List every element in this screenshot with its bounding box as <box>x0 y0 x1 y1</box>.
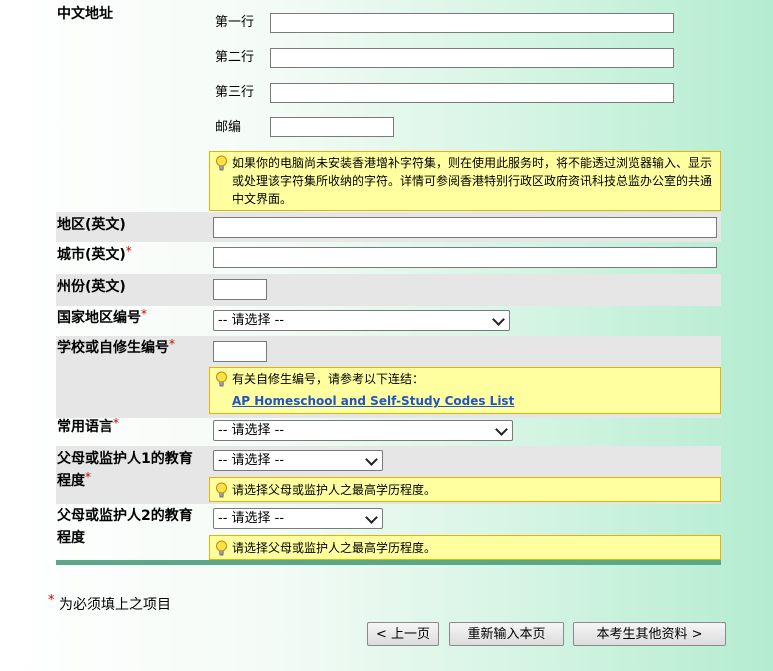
state-label: 州份(英文) <box>57 279 126 295</box>
lightbulb-icon <box>216 155 227 171</box>
guardian1-selected: -- 请选择 -- <box>218 453 285 468</box>
guardian2-education-select[interactable]: -- 请选择 -- <box>213 508 383 529</box>
school-code-row: 学校或自修生编号* 有关自修生编号，请参考以下连结： AP Homeschool… <box>56 336 721 418</box>
address-line2-input[interactable] <box>270 48 674 68</box>
guardian1-label-line2: 程度* <box>57 470 91 492</box>
guardian1-row: 父母或监护人1的教育 程度* -- 请选择 -- 请选择父母或监护人之最高学历程… <box>56 446 721 504</box>
state-row: 州份(英文) <box>56 274 721 306</box>
required-star: * <box>85 470 91 484</box>
postcode-label: 邮编 <box>215 120 242 135</box>
region-input[interactable] <box>213 217 717 238</box>
chevron-down-icon <box>492 313 505 326</box>
address-form: 中文地址 第一行 第二行 第三行 邮编 如果你的电脑尚未安装香港增补字符集，则在… <box>56 0 721 565</box>
chinese-address-label: 中文地址 <box>57 6 113 22</box>
country-code-label: 国家地区编号* <box>57 307 147 329</box>
homeschool-codes-link-wrap: AP Homeschool and Self-Study Codes List <box>232 392 714 410</box>
charset-tip-text: 如果你的电脑尚未安装香港增补字符集，则在使用此服务时，将不能透过浏览器输入、显示… <box>232 156 713 206</box>
language-row: 常用语言* -- 请选择 -- <box>56 416 721 446</box>
guardian2-selected: -- 请选择 -- <box>218 511 285 526</box>
school-code-label: 学校或自修生编号* <box>57 337 175 359</box>
school-code-label-text: 学校或自修生编号 <box>57 340 169 356</box>
country-code-select[interactable]: -- 请选择 -- <box>213 310 510 331</box>
country-code-label-text: 国家地区编号 <box>57 310 141 326</box>
required-note-text: 为必须填上之项目 <box>58 597 171 613</box>
chevron-down-icon <box>365 453 378 466</box>
address-line1-label: 第一行 <box>215 15 255 30</box>
guardian1-label-line2-text: 程度 <box>57 473 85 489</box>
guardian1-label-line1: 父母或监护人1的教育 <box>57 451 193 467</box>
city-row: 城市(英文)* <box>56 242 721 274</box>
charset-tip: 如果你的电脑尚未安装香港增补字符集，则在使用此服务时，将不能透过浏览器输入、显示… <box>209 151 721 211</box>
guardian2-label-line2: 程度 <box>57 530 85 546</box>
language-label-text: 常用语言 <box>57 419 113 435</box>
required-note: * 为必须填上之项目 <box>48 593 171 614</box>
form-bottom-divider <box>56 560 721 565</box>
guardian1-tip: 请选择父母或监护人之最高学历程度。 <box>209 477 721 502</box>
address-line1-input[interactable] <box>270 13 674 33</box>
guardian2-label-line1: 父母或监护人2的教育 <box>57 508 193 524</box>
chevron-down-icon <box>495 423 508 436</box>
required-star: * <box>141 307 147 321</box>
required-star: * <box>169 337 175 351</box>
lightbulb-icon <box>216 371 227 387</box>
guardian2-row: 父母或监护人2的教育 程度 -- 请选择 -- 请选择父母或监护人之最高学历程度… <box>56 504 721 560</box>
prev-page-button[interactable]: < 上一页 <box>367 622 439 646</box>
school-code-input[interactable] <box>213 341 267 362</box>
chinese-address-row: 中文地址 第一行 第二行 第三行 邮编 如果你的电脑尚未安装香港增补字符集，则在… <box>56 0 721 212</box>
guardian1-education-select[interactable]: -- 请选择 -- <box>213 450 383 471</box>
country-code-row: 国家地区编号* -- 请选择 -- <box>56 306 721 336</box>
homeschool-codes-link[interactable]: AP Homeschool and Self-Study Codes List <box>232 394 514 408</box>
city-label: 城市(英文)* <box>57 244 132 266</box>
city-input[interactable] <box>213 247 717 268</box>
state-input[interactable] <box>213 279 267 300</box>
next-candidate-info-button[interactable]: 本考生其他资料 > <box>573 622 726 646</box>
country-code-selected: -- 请选择 -- <box>218 313 285 328</box>
guardian1-tip-text: 请选择父母或监护人之最高学历程度。 <box>232 483 437 497</box>
chevron-down-icon <box>365 511 378 524</box>
language-select[interactable]: -- 请选择 -- <box>213 420 513 441</box>
region-row: 地区(英文) <box>56 212 721 242</box>
address-line3-input[interactable] <box>270 83 674 103</box>
address-line2-label: 第二行 <box>215 50 255 65</box>
address-line3-label: 第三行 <box>215 85 255 100</box>
guardian2-tip-text: 请选择父母或监护人之最高学历程度。 <box>232 541 437 555</box>
language-label: 常用语言* <box>57 416 119 438</box>
language-selected: -- 请选择 -- <box>218 423 285 438</box>
lightbulb-icon <box>216 540 227 556</box>
region-label: 地区(英文) <box>57 217 126 233</box>
required-star: * <box>125 244 132 258</box>
school-code-tip-text: 有关自修生编号，请参考以下连结： <box>232 372 425 386</box>
school-code-tip: 有关自修生编号，请参考以下连结： AP Homeschool and Self-… <box>209 367 721 414</box>
required-star: * <box>48 593 55 608</box>
required-star: * <box>113 416 119 430</box>
guardian2-tip: 请选择父母或监护人之最高学历程度。 <box>209 535 721 560</box>
postcode-input[interactable] <box>270 117 394 137</box>
reset-page-button[interactable]: 重新输入本页 <box>449 622 564 646</box>
city-label-text: 城市(英文) <box>57 247 126 263</box>
lightbulb-icon <box>216 482 227 498</box>
